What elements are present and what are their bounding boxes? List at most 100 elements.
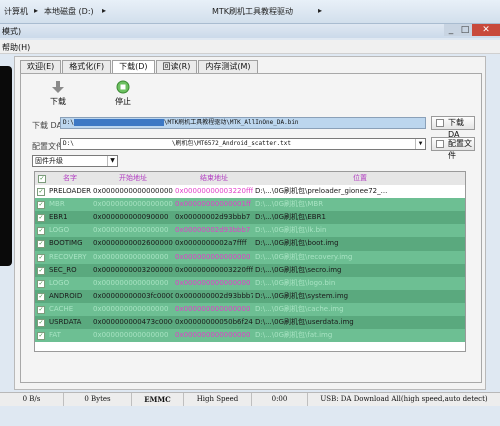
table-row[interactable]: ✓ CACHE 0x000000000000000 0x000000000000000… xyxy=(35,302,465,317)
row-start-address: 0x0000000003200000 xyxy=(93,265,173,274)
tab-format[interactable]: 格式化(F) xyxy=(62,60,112,73)
partition-table: ✓ 名字 开始地址 结束地址 位置 ✓ PRELOADER 0x0000000000… xyxy=(34,171,466,352)
row-end-address: 0x00000000050b6f24f xyxy=(175,318,253,327)
select-all-checkbox: ✓ xyxy=(38,175,46,183)
computer-crumb[interactable]: 计算机 xyxy=(4,6,28,17)
path-drive: D:\ xyxy=(63,119,74,126)
row-location: D:\...\0G刷机包\logo.bin xyxy=(255,278,336,287)
disk-crumb[interactable]: 本地磁盘 (D:) xyxy=(44,6,94,17)
table-row[interactable]: ✓ ANDROID 0x00000000003fc0000 0x000000002d9… xyxy=(35,289,465,303)
row-checkbox-cell[interactable]: ✓ xyxy=(35,277,47,290)
menu-help[interactable]: 帮助(H) xyxy=(2,42,30,53)
window-controls: _ □ ✕ xyxy=(444,24,500,38)
file-icon xyxy=(436,140,444,148)
row-start-address: 0x000000000090000 xyxy=(93,213,169,222)
row-location: D:\...\0G刷机包\boot.img xyxy=(255,239,339,248)
row-checkbox-cell[interactable]: ✓ xyxy=(35,211,47,224)
row-checkbox[interactable]: ✓ xyxy=(37,240,45,249)
row-checkbox-cell[interactable]: ✓ xyxy=(35,237,47,250)
row-location: D:\...\0G刷机包\recovery.img xyxy=(255,252,353,261)
row-checkbox[interactable]: ✓ xyxy=(37,266,45,275)
row-checkbox[interactable]: ✓ xyxy=(37,214,45,223)
header-start: 开始地址 xyxy=(119,174,147,182)
row-checkbox[interactable]: ✓ xyxy=(37,332,45,341)
close-icon[interactable]: ✕ xyxy=(472,24,500,36)
row-end-address: 0x0000000002a7ffff xyxy=(175,239,247,248)
mode-select[interactable]: 固件升级 ▼ xyxy=(32,155,118,167)
row-location: D:\...\0G刷机包\cache.img xyxy=(255,304,344,313)
header-check-cell[interactable]: ✓ xyxy=(35,172,47,185)
row-location: D:\...\0G刷机包\preloader_gionee72_... xyxy=(255,187,388,196)
tab-strip: 欢迎(E) 格式化(F) 下载(D) 回读(R) 内存测试(M) xyxy=(20,60,258,74)
maximize-icon[interactable]: □ xyxy=(458,24,472,36)
table-row[interactable]: ✓ EBR1 0x000000000090000 0x00000002d93bbb7 D… xyxy=(35,211,465,225)
stop-button[interactable]: 停止 xyxy=(110,80,136,107)
tab-readback[interactable]: 回读(R) xyxy=(155,60,198,73)
row-checkbox-cell[interactable]: ✓ xyxy=(35,264,47,277)
row-location: D:\...\0G刷机包\system.img xyxy=(255,291,349,300)
chevron-down-icon[interactable]: ▼ xyxy=(415,139,425,149)
row-checkbox[interactable]: ✓ xyxy=(37,305,45,314)
row-start-address: 0x000000000000000 xyxy=(93,226,169,235)
table-body: ✓ PRELOADER 0x0000000000000000 0x0000000000… xyxy=(35,185,465,343)
row-name: ANDROID xyxy=(49,291,83,300)
minimize-icon[interactable]: _ xyxy=(444,24,458,36)
status-storage: EMMC xyxy=(132,393,184,406)
row-checkbox[interactable]: ✓ xyxy=(37,279,45,288)
chevron-right-icon: ▸ xyxy=(318,6,323,15)
row-name: USRDATA xyxy=(49,318,82,327)
row-checkbox-cell[interactable]: ✓ xyxy=(35,303,47,316)
status-speed: 0 B/s xyxy=(0,393,64,406)
table-row[interactable]: ✓ SEC_RO 0x0000000003200000 0x0000000000322… xyxy=(35,263,465,277)
row-end-address: 0x000000000000000 xyxy=(175,278,251,287)
tab-download[interactable]: 下载(D) xyxy=(112,60,155,74)
tab-memory-test[interactable]: 内存测试(M) xyxy=(198,60,258,73)
table-row[interactable]: ✓ FAT 0x000000000000000 0x000000000000000 D:… xyxy=(35,329,465,343)
table-row[interactable]: ✓ PRELOADER 0x0000000000000000 0x0000000000… xyxy=(35,185,465,199)
download-arrow-icon xyxy=(52,81,64,93)
row-location: D:\...\0G刷机包\MBR xyxy=(255,200,324,209)
row-checkbox-cell[interactable]: ✓ xyxy=(35,251,47,264)
table-row[interactable]: ✓ LOGO 0x000000000000000 0x00000002d93bbb7 D… xyxy=(35,224,465,238)
row-checkbox[interactable]: ✓ xyxy=(37,253,45,262)
row-checkbox-cell[interactable]: ✓ xyxy=(35,224,47,237)
row-name: MBR xyxy=(49,200,65,209)
tab-welcome[interactable]: 欢迎(E) xyxy=(20,60,62,73)
row-end-address: 0x00000002d93bbb7 xyxy=(175,213,251,222)
download-agent-path[interactable]: D:\ \MTK刷机工具教程驱动\MTK_AllInOne_DA.bin xyxy=(60,117,426,129)
download-label: 下载 xyxy=(50,97,66,106)
row-checkbox-cell[interactable]: ✓ xyxy=(35,290,47,303)
scatter-rest: \刷机包\MT6572_Android_scatter.txt xyxy=(171,140,291,147)
scatter-path-combo[interactable]: D:\ \刷机包\MT6572_Android_scatter.txt ▼ xyxy=(60,138,426,150)
table-row[interactable]: ✓ MBR 0x0000000000000000 0x00000000000001ff… xyxy=(35,198,465,212)
status-bar: 0 B/s 0 Bytes EMMC High Speed 0:00 USB: … xyxy=(0,392,500,406)
status-mode: USB: DA Download All(high speed,auto det… xyxy=(320,395,488,403)
folder-crumb[interactable]: MTK刷机工具教程驱动 xyxy=(212,6,293,17)
row-start-address: 0x000000000473c0000 xyxy=(93,318,173,327)
chevron-down-icon[interactable]: ▼ xyxy=(107,156,117,166)
row-checkbox-cell[interactable]: ✓ xyxy=(35,185,47,198)
row-checkbox[interactable]: ✓ xyxy=(37,227,45,236)
menu-bar: 帮助(H) xyxy=(0,40,500,54)
row-checkbox-cell[interactable]: ✓ xyxy=(35,329,47,342)
row-checkbox[interactable]: ✓ xyxy=(37,319,45,328)
download-agent-button[interactable]: 下载 DA xyxy=(431,116,475,139)
download-button[interactable]: 下载 xyxy=(46,80,70,107)
stop-label: 停止 xyxy=(115,97,131,106)
row-checkbox-cell[interactable]: ✓ xyxy=(35,198,47,211)
row-name: LOGO xyxy=(49,278,70,287)
row-checkbox[interactable]: ✓ xyxy=(37,188,45,197)
table-row[interactable]: ✓ LOGO 0x000000000000000 0x000000000000000 D… xyxy=(35,276,465,290)
row-checkbox-cell[interactable]: ✓ xyxy=(35,316,47,329)
status-time: 0:00 xyxy=(252,393,308,406)
table-row[interactable]: ✓ USRDATA 0x000000000473c0000 0x00000000050… xyxy=(35,316,465,330)
scatter-button[interactable]: 配置文件 xyxy=(431,137,475,160)
row-checkbox[interactable]: ✓ xyxy=(37,201,45,210)
header-name: 名字 xyxy=(63,174,77,182)
address-bar[interactable]: 计算机 ▸ 本地磁盘 (D:) ▸ MTK刷机工具教程驱动 ▸ xyxy=(0,0,500,24)
row-checkbox[interactable]: ✓ xyxy=(37,292,45,301)
table-row[interactable]: ✓ BOOTIMG 0x0000000002600000 0x0000000002a7… xyxy=(35,237,465,251)
row-name: SEC_RO xyxy=(49,265,77,274)
table-row[interactable]: ✓ RECOVERY 0x000000000000000 0x000000000000… xyxy=(35,250,465,264)
scatter-drive: D:\ xyxy=(63,140,74,147)
